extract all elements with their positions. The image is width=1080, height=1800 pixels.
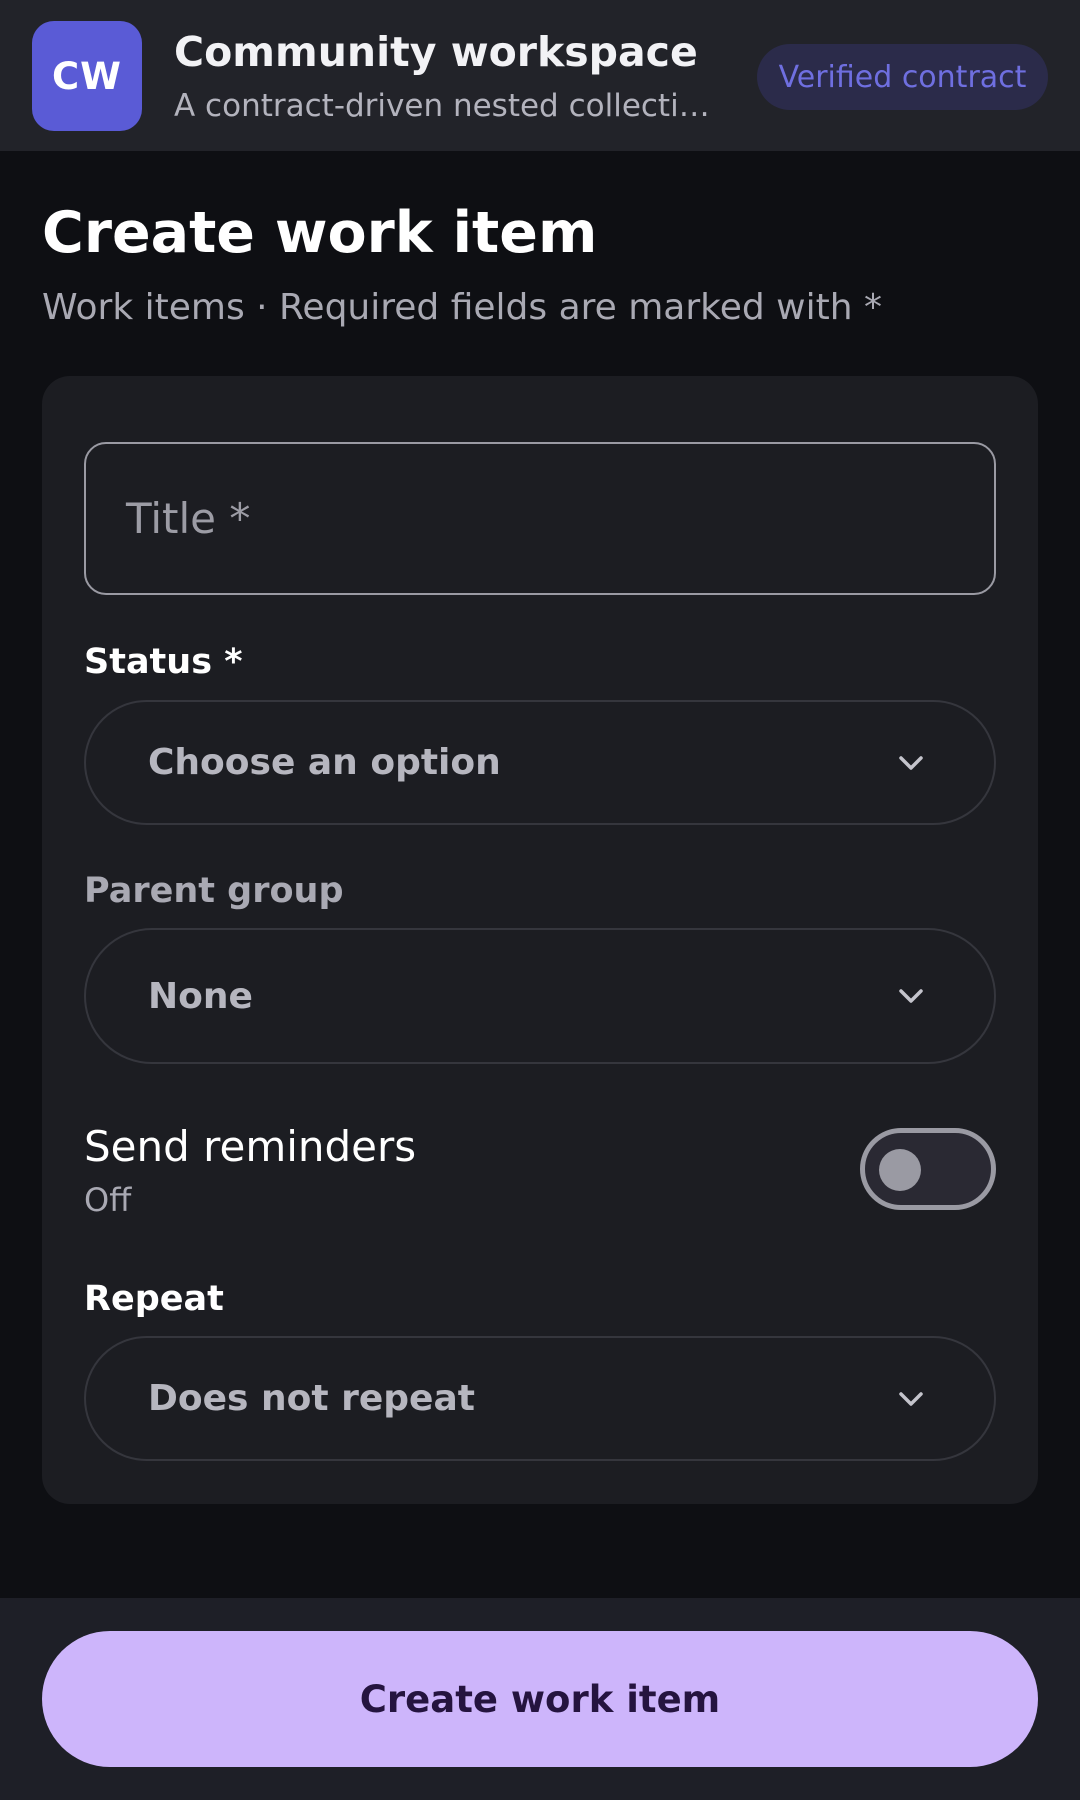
chevron-down-icon — [899, 989, 923, 1003]
parent-group-select-value: None — [148, 975, 253, 1017]
parent-group-label: Parent group — [84, 871, 344, 911]
page-caption: Work items · Required fields are marked … — [42, 287, 882, 328]
workspace-title: Community workspace — [174, 28, 698, 76]
form-card: Title * Status * Choose an option Parent… — [42, 376, 1038, 1504]
title-field-placeholder: Title * — [126, 494, 251, 543]
repeat-select-value: Does not repeat — [148, 1378, 475, 1419]
chevron-down-icon — [899, 1391, 923, 1406]
bottom-action-bar: Create work item — [0, 1598, 1080, 1800]
status-select-value: Choose an option — [148, 742, 501, 783]
workspace-avatar: CW — [32, 21, 142, 131]
app-bar: CW Community workspace A contract-driven… — [0, 0, 1080, 151]
send-reminders-state: Off — [84, 1181, 132, 1219]
page-title: Create work item — [42, 200, 598, 266]
status-label: Status * — [84, 642, 243, 682]
status-select[interactable]: Choose an option — [84, 700, 996, 825]
create-work-item-button[interactable]: Create work item — [42, 1631, 1038, 1767]
verified-contract-badge: Verified contract — [757, 44, 1048, 110]
chevron-down-icon — [899, 755, 923, 770]
parent-group-select[interactable]: None — [84, 928, 996, 1064]
title-field[interactable]: Title * — [84, 442, 996, 595]
repeat-label: Repeat — [84, 1279, 224, 1319]
toggle-knob — [879, 1149, 921, 1191]
send-reminders-label: Send reminders — [84, 1122, 417, 1171]
workspace-subtitle: A contract-driven nested collection ... — [174, 88, 724, 124]
repeat-select[interactable]: Does not repeat — [84, 1336, 996, 1461]
send-reminders-toggle[interactable] — [860, 1128, 996, 1210]
